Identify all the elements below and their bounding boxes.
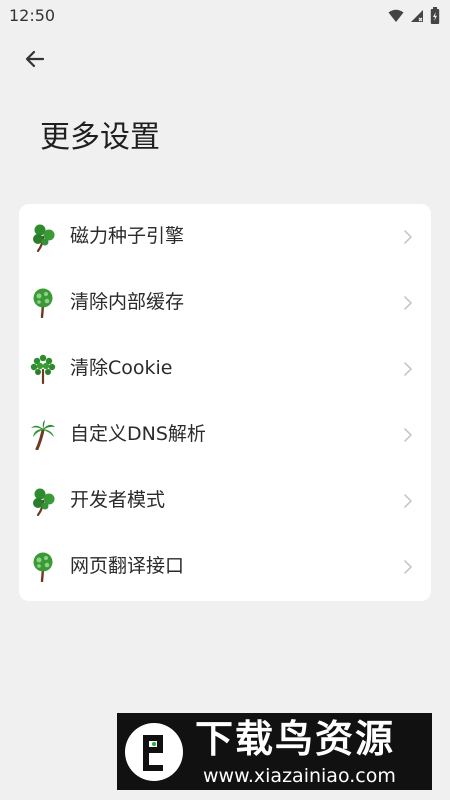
chevron-right-icon — [404, 560, 412, 574]
battery-icon — [430, 7, 440, 24]
setting-item-developer-mode[interactable]: 开发者模式 — [19, 468, 431, 534]
setting-item-label: 清除内部缓存 — [70, 291, 185, 313]
chevron-right-icon — [404, 230, 412, 244]
status-icons — [388, 6, 440, 26]
bird-logo-icon — [125, 723, 183, 781]
setting-item-label: 开发者模式 — [70, 489, 166, 511]
chevron-right-icon — [404, 362, 412, 376]
chevron-right-icon — [404, 428, 412, 442]
chevron-right-icon — [404, 494, 412, 508]
setting-item-custom-dns[interactable]: 自定义DNS解析 — [19, 402, 431, 468]
setting-item-clear-cookie[interactable]: 清除Cookie — [19, 336, 431, 402]
tree-clover-icon — [33, 224, 55, 252]
wifi-icon — [388, 9, 404, 22]
status-bar: 12:50 — [0, 0, 450, 32]
setting-item-translate-api[interactable]: 网页翻译接口 — [19, 534, 431, 600]
setting-item-clear-cache[interactable]: 清除内部缓存 — [19, 270, 431, 336]
arrow-left-icon — [25, 50, 45, 68]
watermark-brand: 下载鸟资源 — [195, 717, 396, 761]
tree-round-icon — [33, 552, 53, 582]
setting-item-label: 清除Cookie — [70, 357, 173, 379]
tree-clover-icon — [33, 488, 55, 516]
tree-dots-icon — [30, 354, 56, 384]
page-title: 更多设置 — [40, 120, 160, 155]
signal-icon — [411, 10, 423, 22]
back-button[interactable] — [20, 44, 50, 74]
setting-item-label: 磁力种子引擎 — [70, 225, 185, 247]
palm-tree-icon — [31, 420, 55, 450]
setting-item-label: 自定义DNS解析 — [70, 423, 206, 445]
setting-item-label: 网页翻译接口 — [70, 555, 185, 577]
status-time: 12:50 — [9, 6, 56, 25]
setting-item-torrent-engine[interactable]: 磁力种子引擎 — [19, 204, 431, 270]
tree-round-icon — [33, 288, 53, 318]
watermark: 下载鸟资源 www.xiazainiao.com — [117, 713, 432, 790]
chevron-right-icon — [404, 296, 412, 310]
watermark-url: www.xiazainiao.com — [203, 765, 396, 787]
settings-card: 磁力种子引擎 清除内部缓存 清除Cookie 自定义DNS解析 开发者模式 网页… — [19, 204, 431, 601]
